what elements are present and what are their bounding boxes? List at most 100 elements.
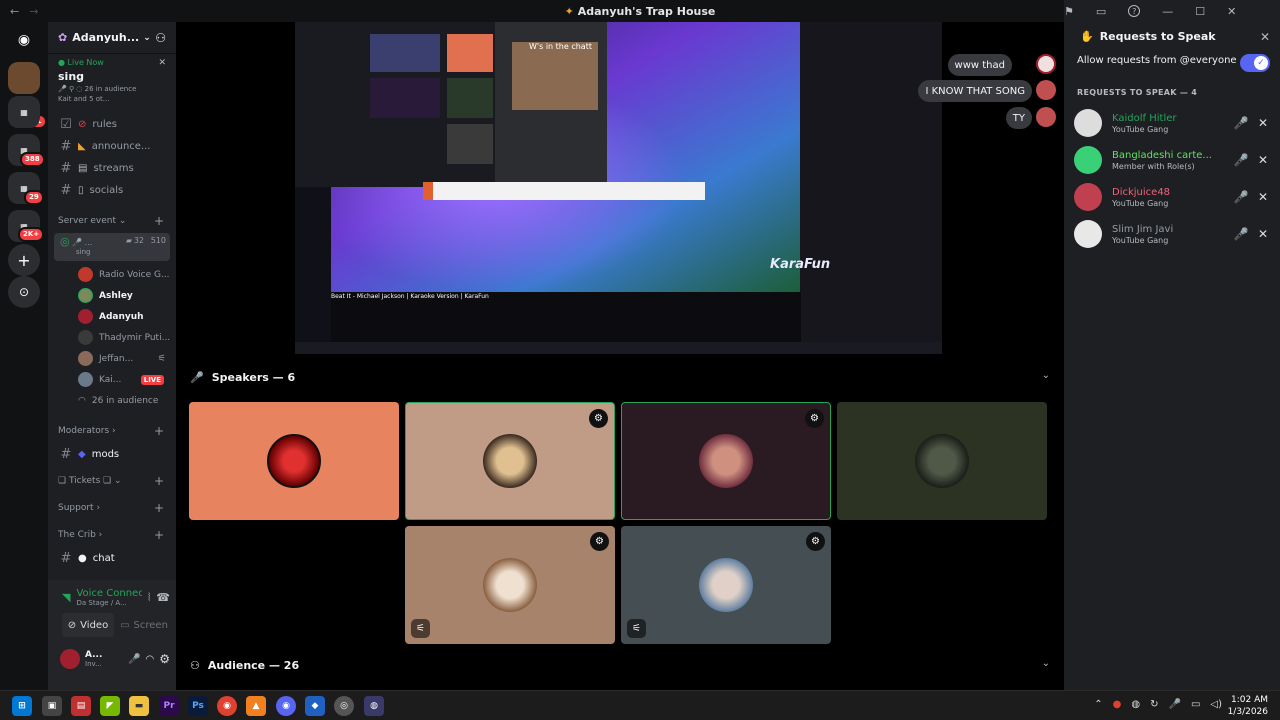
- video-button[interactable]: ⊘ Video: [62, 613, 114, 637]
- add-channel-icon[interactable]: +: [154, 424, 164, 438]
- speaker-tile[interactable]: ⚙: [621, 402, 831, 520]
- add-channel-icon[interactable]: +: [154, 528, 164, 542]
- speaker-tile[interactable]: ⚙: [405, 402, 615, 520]
- category-server-event[interactable]: Server event ⌄ +: [48, 209, 176, 233]
- inbox-icon[interactable]: ▭: [1096, 5, 1106, 18]
- server-folder-icon[interactable]: ▦: [8, 96, 40, 128]
- add-member-icon[interactable]: ⚇: [155, 31, 166, 45]
- noise-suppression-icon[interactable]: ⦚: [148, 591, 150, 605]
- add-channel-icon[interactable]: +: [154, 501, 164, 515]
- request-item[interactable]: Bangladeshi carte... Member with Role(s) …: [1074, 145, 1274, 175]
- user-avatar[interactable]: [60, 649, 80, 669]
- back-arrow-icon[interactable]: ←: [10, 5, 19, 18]
- vlc-icon[interactable]: ▲: [246, 696, 266, 716]
- close-window-icon[interactable]: ✕: [1227, 5, 1236, 18]
- sync-icon[interactable]: ↻: [1150, 699, 1158, 710]
- microphone-icon[interactable]: 🎤: [1169, 699, 1181, 710]
- stage-channel[interactable]: ◎ 🎤 ... ▰ 32 510 sing: [54, 233, 170, 261]
- channel-socials[interactable]: # ▯ socials: [48, 179, 176, 201]
- stage-user[interactable]: Radio Voice G...: [48, 264, 176, 285]
- app-icon[interactable]: ◆: [305, 696, 325, 716]
- stage-user[interactable]: Thadymir Puti...: [48, 327, 176, 348]
- dismiss-icon[interactable]: ✕: [1252, 190, 1274, 204]
- close-icon[interactable]: ✕: [158, 58, 166, 68]
- settings-gear-icon[interactable]: ⚙: [159, 652, 170, 666]
- volume-icon[interactable]: ◁): [1210, 699, 1222, 710]
- invite-to-speak-icon[interactable]: 🎤: [1230, 153, 1252, 167]
- dismiss-icon[interactable]: ✕: [1252, 153, 1274, 167]
- check-icon: ✓: [1254, 56, 1268, 70]
- dismiss-icon[interactable]: ✕: [1252, 116, 1274, 130]
- file-explorer-icon[interactable]: ▬: [129, 696, 149, 716]
- chevron-down-icon[interactable]: ⌄: [1042, 658, 1050, 669]
- channel-streams[interactable]: # ▤ streams: [48, 157, 176, 179]
- headphones-icon: ◠: [78, 395, 86, 406]
- taskview-icon[interactable]: ▣: [42, 696, 62, 716]
- channel-announcements[interactable]: # ◣ announce...: [48, 135, 176, 157]
- windows-start-icon[interactable]: ⊞: [12, 696, 32, 716]
- category-support[interactable]: Support › +: [48, 496, 176, 520]
- dismiss-icon[interactable]: ✕: [1252, 227, 1274, 241]
- headphones-icon[interactable]: ◠: [146, 654, 155, 665]
- nvidia-icon[interactable]: ◤: [100, 696, 120, 716]
- chrome-icon[interactable]: ◉: [217, 696, 237, 716]
- speaker-tile[interactable]: [837, 402, 1047, 520]
- microphone-icon[interactable]: 🎤: [128, 654, 140, 665]
- add-channel-icon[interactable]: +: [154, 474, 164, 488]
- category-the-crib[interactable]: The Crib › +: [48, 523, 176, 547]
- add-channel-icon[interactable]: +: [154, 214, 164, 228]
- stage-user[interactable]: Jeffan... ⚟: [48, 348, 176, 369]
- invite-to-speak-icon[interactable]: 🎤: [1230, 227, 1252, 241]
- audience-header[interactable]: ⚇ Audience — 26: [190, 654, 299, 676]
- request-item[interactable]: Slim Jim Javi YouTube Gang 🎤 ✕: [1074, 219, 1274, 249]
- request-item[interactable]: Dickjuice48 YouTube Gang 🎤 ✕: [1074, 182, 1274, 212]
- minimize-icon[interactable]: —: [1162, 5, 1173, 18]
- chevron-up-icon[interactable]: ⌃: [1094, 699, 1102, 710]
- live-event-card[interactable]: ● Live Now ✕ sing 🎤 ⚲ ◌ 26 in audience Ka…: [48, 54, 176, 107]
- add-server-icon[interactable]: +: [8, 244, 40, 276]
- avatar: [78, 309, 93, 324]
- help-icon[interactable]: ?: [1128, 5, 1141, 17]
- speaker-tile[interactable]: [189, 402, 399, 520]
- app-icon[interactable]: ◍: [364, 696, 384, 716]
- discord-home-icon[interactable]: ◉: [8, 24, 40, 56]
- voice-channel[interactable]: Da Stage / A...: [76, 599, 142, 607]
- discover-icon[interactable]: ⊙: [8, 276, 40, 308]
- stage-user[interactable]: Adanyuh: [48, 306, 176, 327]
- forward-arrow-icon[interactable]: →: [29, 5, 38, 18]
- discord-icon[interactable]: ◉: [276, 696, 296, 716]
- channel-chat[interactable]: # ● chat: [48, 547, 176, 569]
- photoshop-icon[interactable]: Ps: [188, 696, 208, 716]
- network-icon[interactable]: ▭: [1191, 699, 1200, 710]
- premiere-icon[interactable]: Pr: [159, 696, 179, 716]
- server-icon[interactable]: [8, 62, 40, 94]
- app-icon[interactable]: ◎: [334, 696, 354, 716]
- tray-app-icon[interactable]: ◍: [1131, 699, 1140, 710]
- server-header[interactable]: ✿ Adanyuh... ⌄ ⚇: [48, 22, 176, 54]
- flag-icon[interactable]: ⚑: [1064, 5, 1074, 18]
- screen-button[interactable]: ▭ Screen: [118, 613, 170, 637]
- speakers-header[interactable]: 🎤 Speakers — 6: [190, 366, 295, 388]
- category-tickets[interactable]: ❏ Tickets ❏ ⌄ +: [48, 469, 176, 493]
- invite-to-speak-icon[interactable]: 🎤: [1230, 190, 1252, 204]
- maximize-icon[interactable]: ☐: [1195, 5, 1205, 18]
- speaker-tile[interactable]: ⚙ ⚟: [621, 526, 831, 644]
- stage-user[interactable]: Kai... LIVE: [48, 369, 176, 390]
- stage-user[interactable]: Ashley: [48, 285, 176, 306]
- chevron-down-icon[interactable]: ⌄: [1042, 370, 1050, 381]
- category-moderators[interactable]: Moderators › +: [48, 419, 176, 443]
- clock[interactable]: 1:02 AM 1/3/2026: [1228, 694, 1268, 718]
- stage-audience[interactable]: ◠ 26 in audience: [48, 390, 176, 411]
- speaker-tile[interactable]: ⚙ ⚟: [405, 526, 615, 644]
- channel-mods[interactable]: # ◆ mods: [48, 443, 176, 465]
- close-icon[interactable]: ✕: [1260, 30, 1270, 44]
- tray-app-icon[interactable]: ●: [1113, 699, 1122, 710]
- invite-to-speak-icon[interactable]: 🎤: [1230, 116, 1252, 130]
- disconnect-icon[interactable]: ☎: [156, 591, 170, 604]
- channel-rules[interactable]: ☑ ⊘ rules: [48, 113, 176, 135]
- moderator-icon: ⚙: [589, 409, 608, 428]
- request-item[interactable]: Kaidolf Hitler YouTube Gang 🎤 ✕: [1074, 108, 1274, 138]
- allow-requests-toggle[interactable]: ✓: [1240, 54, 1270, 72]
- app-icon[interactable]: ▤: [71, 696, 91, 716]
- screen-share-stream[interactable]: W's in the chatt KaraFun Beat It - Micha…: [295, 22, 942, 354]
